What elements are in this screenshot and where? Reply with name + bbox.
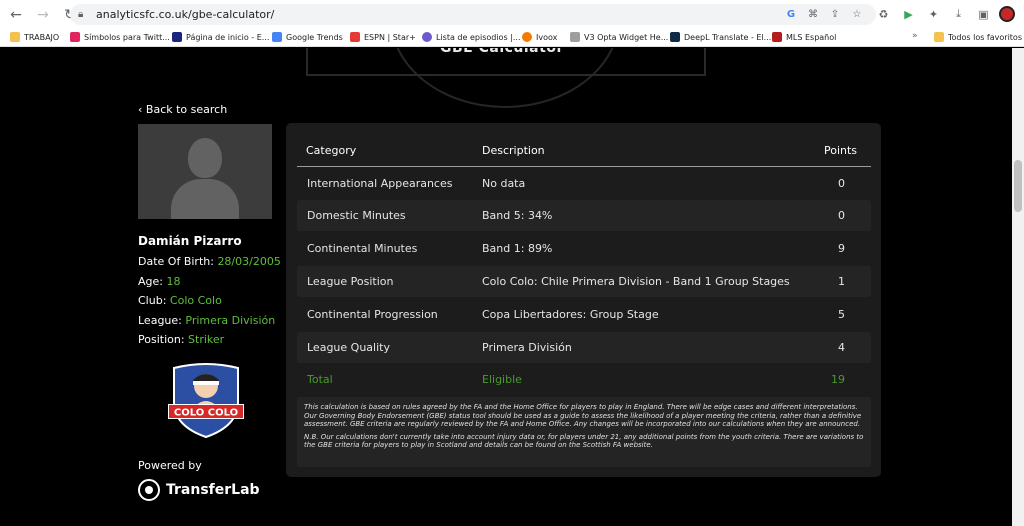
address-bar[interactable]: 🔒︎ analyticsfc.co.uk/gbe-calculator/ G ⌘… (70, 4, 876, 25)
player-club: Club: Colo Colo (138, 294, 222, 307)
table-row: Continental Progression Copa Libertadore… (307, 308, 845, 321)
player-photo-placeholder (138, 124, 272, 219)
bookmark-item[interactable]: DeepL Translate - El... (670, 32, 771, 42)
table-row: International Appearances No data 0 (307, 177, 845, 190)
recycle-extension-icon[interactable]: ♻ (874, 4, 893, 24)
bookmark-favicon-icon (422, 32, 432, 42)
folder-icon (934, 32, 944, 42)
table-row: League Quality Primera División 4 (297, 332, 871, 363)
folder-icon (10, 32, 20, 42)
header-points: Points (824, 144, 858, 157)
football-icon (138, 479, 160, 501)
play-extension-icon[interactable]: ▶ (899, 4, 918, 24)
bookmark-star-icon[interactable]: ☆ (850, 7, 864, 21)
translate-icon[interactable]: ⌘ (806, 7, 820, 21)
ivoox-icon (522, 32, 532, 42)
header-description: Description (482, 144, 545, 157)
transferlab-logo[interactable]: TransferLab (138, 479, 260, 501)
bookmark-favicon-icon (70, 32, 80, 42)
deepl-icon (670, 32, 680, 42)
header-category: Category (306, 144, 357, 157)
bookmark-item[interactable]: Ivoox (522, 32, 557, 42)
table-row: League Position Colo Colo: Chile Primera… (297, 266, 871, 297)
mls-icon (772, 32, 782, 42)
bookmark-item[interactable]: Página de inicio - E... (172, 32, 269, 42)
player-position: Position: Striker (138, 333, 225, 346)
bookmark-item[interactable]: ESPN | Star+ (350, 32, 416, 42)
extensions-puzzle-icon[interactable]: ✦ (924, 4, 943, 24)
opta-icon (570, 32, 580, 42)
player-age: Age: 18 (138, 275, 181, 288)
header-divider (297, 166, 871, 167)
all-favorites-folder[interactable]: Todos los favoritos (934, 32, 1022, 42)
browser-toolbar: ← → ↻ 🔒︎ analyticsfc.co.uk/gbe-calculato… (0, 0, 1024, 29)
bookmark-favicon-icon (172, 32, 182, 42)
nb-paragraph: N.B. Our calculations don't currently ta… (304, 432, 864, 450)
trends-icon (272, 32, 282, 42)
forward-arrow-icon[interactable]: → (32, 4, 54, 26)
club-crest-logo: COLO COLO (168, 363, 244, 438)
bookmark-item[interactable]: Lista de episodios |... (422, 32, 521, 42)
share-icon[interactable]: ⇪ (828, 7, 842, 21)
table-row: Domestic Minutes Band 5: 34% 0 (297, 200, 871, 231)
bookmark-item[interactable]: Google Trends (272, 32, 343, 42)
disclaimer-paragraph: This calculation is based on rules agree… (304, 403, 862, 429)
url-text[interactable]: analyticsfc.co.uk/gbe-calculator/ (96, 8, 274, 21)
player-name: Damián Pizarro (138, 234, 242, 248)
silhouette-head (188, 138, 222, 178)
bookmarks-bar: TRABAJO Símbolos para Twitt... Página de… (0, 29, 1024, 47)
star-icon (350, 32, 360, 42)
crest-text: COLO COLO (174, 408, 238, 419)
back-to-search-link[interactable]: ‹ Back to search (138, 103, 227, 116)
bookmark-item[interactable]: Símbolos para Twitt... (70, 32, 170, 42)
table-row: Continental Minutes Band 1: 89% 9 (307, 242, 845, 255)
powered-by-label: Powered by (138, 459, 202, 472)
chevron-left-icon: ‹ (138, 103, 146, 116)
profile-avatar[interactable] (999, 6, 1015, 22)
player-league: League: Primera División (138, 314, 276, 327)
bookmark-item[interactable]: V3 Opta Widget He... (570, 32, 668, 42)
page-scrollbar[interactable] (1012, 48, 1024, 526)
google-lens-icon[interactable]: G (784, 7, 798, 21)
disclaimer-notes: This calculation is based on rules agree… (297, 397, 871, 467)
back-arrow-icon[interactable]: ← (5, 4, 27, 26)
page-content: GBE Calculator ‹ Back to search Damián P… (0, 48, 1012, 526)
bookmark-item[interactable]: MLS Español (772, 32, 836, 42)
lock-icon: 🔒︎ (78, 9, 84, 20)
side-panel-icon[interactable]: ▣ (974, 4, 993, 24)
download-icon[interactable]: ⤓ (949, 4, 968, 24)
scrollbar-thumb[interactable] (1014, 160, 1022, 212)
bookmarks-overflow-button[interactable]: » (912, 31, 918, 41)
page-title: GBE Calculator (440, 48, 564, 56)
player-dob: Date Of Birth: 28/03/2005 (138, 255, 281, 268)
bookmark-item[interactable]: TRABAJO (10, 32, 59, 42)
table-total-row: Total Eligible 19 (307, 373, 845, 386)
silhouette-body (171, 179, 239, 219)
